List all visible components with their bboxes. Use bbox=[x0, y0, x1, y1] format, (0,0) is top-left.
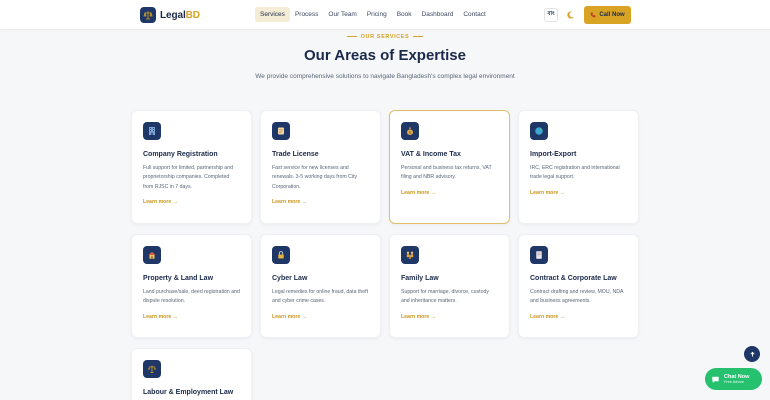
chat-subtitle: Free Advice bbox=[724, 380, 745, 384]
service-card-company-registration[interactable]: Company Registration Full support for li… bbox=[131, 110, 252, 224]
service-description: Land purchase/sale, deed registration an… bbox=[143, 289, 240, 305]
service-description: IRC, ERC registration and international … bbox=[530, 165, 620, 181]
learn-more-link[interactable]: Learn more → bbox=[143, 314, 240, 320]
menu-item-pricing[interactable]: Pricing bbox=[362, 7, 392, 22]
moon-icon bbox=[567, 11, 575, 19]
menu-item-services[interactable]: Services bbox=[255, 7, 290, 22]
service-description: Full support for limited, partnership an… bbox=[143, 165, 233, 190]
main-menu: Services Process Our Team Pricing Book D… bbox=[255, 7, 491, 22]
service-card-family-law[interactable]: Family Law Support for marriage, divorce… bbox=[389, 234, 510, 338]
svg-text:$: $ bbox=[409, 131, 411, 135]
service-description: Legal remedies for online fraud, data th… bbox=[272, 289, 369, 305]
service-description: Fast service for new licenses and renewa… bbox=[272, 165, 358, 190]
lock-icon bbox=[272, 246, 290, 264]
service-title: Property & Land Law bbox=[143, 275, 214, 282]
service-title: Import-Export bbox=[530, 151, 577, 158]
scales-logo-icon bbox=[140, 7, 156, 23]
house-icon bbox=[143, 246, 161, 264]
service-card-property-land-law[interactable]: Property & Land Law Land purchase/sale, … bbox=[131, 234, 252, 338]
section-subtitle: We provide comprehensive solutions to na… bbox=[255, 73, 515, 80]
language-toggle-button[interactable]: বাং bbox=[544, 8, 558, 22]
brand-name: LegalBD bbox=[160, 9, 200, 21]
money-bag-icon: $ bbox=[401, 122, 419, 140]
scales-icon bbox=[143, 360, 161, 378]
learn-more-link[interactable]: Learn more → bbox=[272, 314, 369, 320]
service-title: Trade License bbox=[272, 151, 319, 158]
service-description: Personal and business tax returns, VAT f… bbox=[401, 165, 492, 181]
learn-more-link[interactable]: Learn more → bbox=[401, 314, 498, 320]
service-title: Family Law bbox=[401, 275, 439, 282]
chat-now-button[interactable]: Chat Now Free Advice bbox=[705, 368, 762, 390]
menu-item-our-team[interactable]: Our Team bbox=[323, 7, 361, 22]
scroll-icon bbox=[272, 122, 290, 140]
service-card-cyber-law[interactable]: Cyber Law Legal remedies for online frau… bbox=[260, 234, 381, 338]
theme-toggle-button[interactable] bbox=[564, 8, 578, 22]
service-card-contract-corporate-law[interactable]: Contract & Corporate Law Contract drafti… bbox=[518, 234, 639, 338]
service-description: Support for marriage, divorce, custody a… bbox=[401, 289, 489, 305]
building-icon bbox=[143, 122, 161, 140]
service-title: VAT & Income Tax bbox=[401, 151, 461, 158]
learn-more-link[interactable]: Learn more → bbox=[272, 199, 369, 205]
call-now-label: Call Now bbox=[599, 12, 625, 18]
scroll-to-top-button[interactable] bbox=[744, 346, 760, 362]
learn-more-link[interactable]: Learn more → bbox=[143, 199, 240, 205]
chat-bubble-icon bbox=[712, 376, 719, 383]
section-eyebrow: OUR SERVICES bbox=[0, 34, 770, 40]
arrow-up-icon bbox=[749, 351, 755, 357]
service-description: Contract drafting and review, MOU, NDA a… bbox=[530, 289, 624, 305]
service-title: Company Registration bbox=[143, 151, 218, 158]
phone-icon bbox=[590, 12, 596, 18]
globe-icon bbox=[530, 122, 548, 140]
menu-item-process[interactable]: Process bbox=[290, 7, 323, 22]
chat-text: Chat Now Free Advice bbox=[724, 374, 749, 384]
learn-more-link[interactable]: Learn more → bbox=[530, 190, 627, 196]
service-card-vat-income-tax[interactable]: $ VAT & Income Tax Personal and business… bbox=[389, 110, 510, 224]
brand-logo[interactable]: LegalBD bbox=[140, 6, 200, 24]
service-title: Labour & Employment Law bbox=[143, 389, 234, 396]
learn-more-link[interactable]: Learn more → bbox=[401, 190, 498, 196]
service-card-import-export[interactable]: Import-Export IRC, ERC registration and … bbox=[518, 110, 639, 224]
learn-more-link[interactable]: Learn more → bbox=[530, 314, 627, 320]
call-now-button[interactable]: Call Now bbox=[584, 6, 631, 24]
service-title: Cyber Law bbox=[272, 275, 308, 282]
section-title: Our Areas of Expertise bbox=[303, 47, 466, 64]
service-card-labour-employment-law[interactable]: Labour & Employment Law bbox=[131, 348, 252, 400]
menu-item-book[interactable]: Book bbox=[392, 7, 417, 22]
top-navbar: LegalBD Services Process Our Team Pricin… bbox=[0, 0, 770, 30]
service-card-trade-license[interactable]: Trade License Fast service for new licen… bbox=[260, 110, 381, 224]
menu-item-dashboard[interactable]: Dashboard bbox=[417, 7, 459, 22]
service-title: Contract & Corporate Law bbox=[530, 275, 617, 282]
document-icon bbox=[530, 246, 548, 264]
family-icon bbox=[401, 246, 419, 264]
menu-item-contact[interactable]: Contact bbox=[458, 7, 490, 22]
